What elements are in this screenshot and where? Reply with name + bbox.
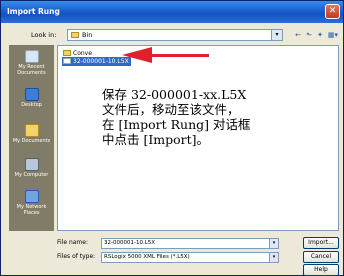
look-in-value: Bin <box>82 31 93 39</box>
red-arrow-head <box>122 47 152 63</box>
place-desktop[interactable]: Desktop <box>9 85 54 121</box>
import-rung-dialog: Import Rung ✕ Look in: Bin ▾ ← ⬑ ✦ ▦▾ My… <box>0 0 344 276</box>
file-name-row: File name: 32-000001-10.L5X ▾ <box>57 238 297 249</box>
up-folder-icon[interactable]: ⬑ <box>304 30 314 40</box>
views-menu-icon[interactable]: ▦▾ <box>326 30 340 40</box>
place-my-documents[interactable]: My Documents <box>9 121 54 157</box>
place-label: My Recent Documents <box>17 64 46 76</box>
my-documents-icon <box>24 124 39 137</box>
dialog-title: Import Rung <box>7 7 60 16</box>
list-item-selected[interactable]: 32-000001-10.L5X <box>62 57 131 66</box>
places-bar: My Recent Documents Desktop My Documents… <box>9 45 54 231</box>
annotation-line: 在 [Import Rung] 对话框 <box>102 117 251 132</box>
chevron-down-icon[interactable]: ▾ <box>269 253 278 262</box>
file-name: Conve <box>73 50 92 57</box>
red-arrow <box>151 54 209 57</box>
folder-icon <box>63 50 71 56</box>
my-computer-icon <box>24 158 39 171</box>
close-icon[interactable]: ✕ <box>325 4 340 19</box>
place-recent-documents[interactable]: My Recent Documents <box>9 47 54 83</box>
title-bar[interactable]: Import Rung ✕ <box>1 1 343 23</box>
folder-icon <box>71 32 79 38</box>
recent-documents-icon <box>24 50 39 63</box>
annotation-line: 保存 32-000001-xx.L5X <box>102 87 247 102</box>
look-in-label: Look in: <box>31 31 57 39</box>
place-network[interactable]: My Network Places <box>9 187 54 223</box>
annotation-line: 中点击 [Import]。 <box>102 132 210 147</box>
chevron-down-icon[interactable]: ▾ <box>269 239 278 248</box>
file-name-input[interactable]: 32-000001-10.L5X ▾ <box>101 238 279 249</box>
place-label: My Computer <box>14 172 49 178</box>
file-type-select[interactable]: RSLogix 5000 XML Files (*.L5X) ▾ <box>101 252 279 263</box>
file-type-value: RSLogix 5000 XML Files (*.L5X) <box>104 254 190 260</box>
network-places-icon <box>24 190 39 203</box>
file-type-label: Files of type: <box>57 253 96 260</box>
place-label: My Documents <box>12 138 51 144</box>
file-name-label: File name: <box>57 239 88 246</box>
back-icon[interactable]: ← <box>293 30 303 40</box>
help-button[interactable]: Help <box>303 264 339 276</box>
new-folder-icon[interactable]: ✦ <box>315 30 325 40</box>
import-button[interactable]: Import... <box>303 237 339 249</box>
place-label: Desktop <box>21 102 42 108</box>
desktop-icon <box>24 88 39 101</box>
annotation-line: 文件后，移动至该文件， <box>102 102 240 117</box>
place-label: My Network Places <box>16 204 47 216</box>
file-name-value: 32-000001-10.L5X <box>104 240 156 246</box>
annotation-text: 保存 32-000001-xx.L5X 文件后，移动至该文件， 在 [Impor… <box>102 87 317 147</box>
file-name: 32-000001-10.L5X <box>73 58 129 65</box>
chevron-down-icon[interactable]: ▾ <box>271 30 282 40</box>
look-in-select[interactable]: Bin ▾ <box>67 29 283 41</box>
file-icon <box>63 58 71 64</box>
place-my-computer[interactable]: My Computer <box>9 155 54 191</box>
file-type-row: Files of type: RSLogix 5000 XML Files (*… <box>57 252 297 263</box>
look-in-row: Look in: Bin ▾ ← ⬑ ✦ ▦▾ <box>9 29 339 43</box>
cancel-button[interactable]: Cancel <box>303 251 339 263</box>
